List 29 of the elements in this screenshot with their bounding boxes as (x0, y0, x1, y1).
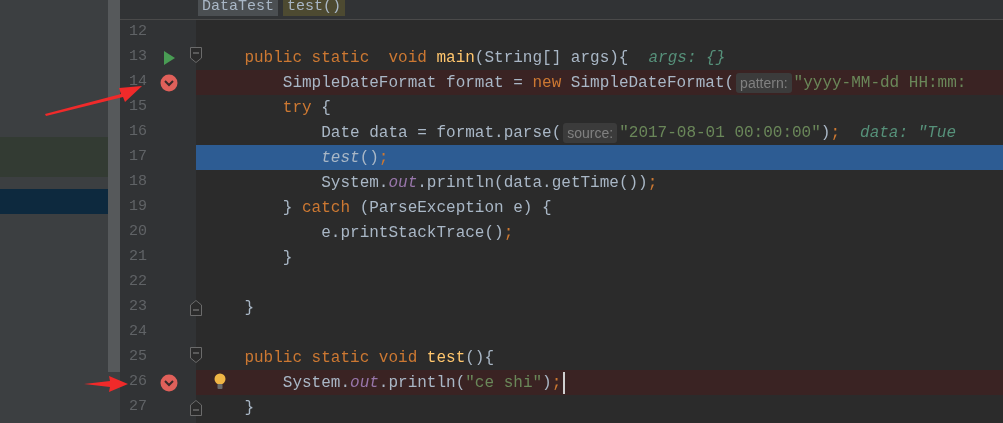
code-text: SimpleDateFormat format = new SimpleDateFormat( (282, 72, 735, 94)
code-text: } (244, 397, 254, 419)
breadcrumb[interactable]: DataTest (198, 0, 278, 16)
code-text: try { (282, 97, 331, 119)
code-text: } (244, 297, 254, 319)
code-text: public static void main(String[] args){ (244, 47, 629, 69)
inline-value: data: "Tue (860, 122, 957, 144)
code-text: System.out.println(data.getTime()); (321, 172, 658, 194)
parameter-hint: pattern: (736, 72, 792, 93)
scrollbar[interactable] (108, 0, 120, 372)
code-text: System.out.println("ce shi"); (282, 372, 562, 394)
code-text: } (282, 247, 293, 269)
run-icon[interactable] (162, 50, 175, 65)
breakpoint-icon[interactable] (159, 373, 178, 392)
fold-icon[interactable] (190, 400, 202, 416)
parameter-hint: source: (563, 122, 618, 143)
fold-icon[interactable] (190, 47, 202, 63)
fold-icon[interactable] (190, 300, 202, 316)
code-text: } catch (ParseException e) { (282, 197, 552, 219)
code-text: public static void test(){ (244, 347, 495, 369)
lightbulb-icon[interactable] (214, 373, 226, 390)
code-text: "yyyy-MM-dd HH:mm: (793, 72, 967, 94)
code-text: test(); (321, 147, 389, 169)
breakpoint-icon[interactable] (159, 73, 178, 92)
code-text: e.printStackTrace(); (321, 222, 514, 244)
inline-value: args: {} (648, 47, 726, 69)
fold-icon[interactable] (190, 347, 202, 363)
code-text: Date data = format.parse( (321, 122, 562, 144)
code-text: "2017-08-01 00:00:00"); (619, 122, 841, 144)
